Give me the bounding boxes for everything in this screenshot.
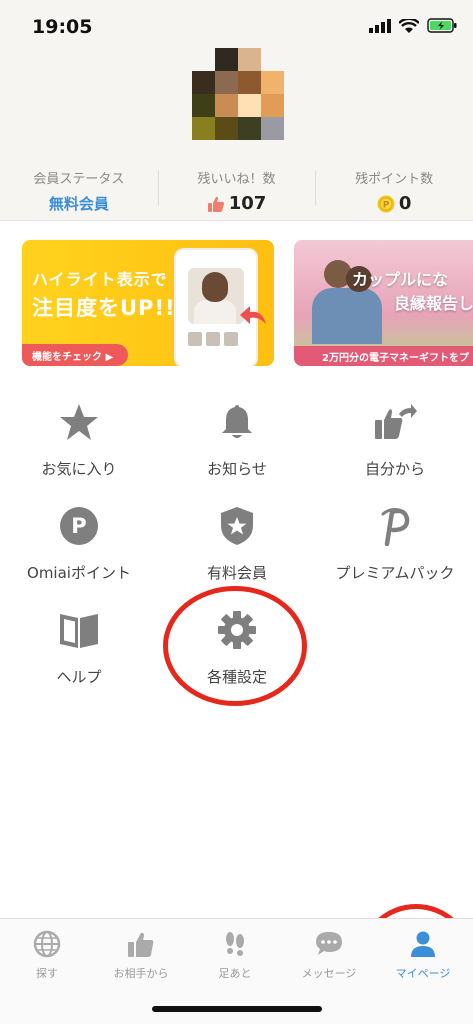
tab-messages[interactable]: メッセージ	[282, 929, 376, 981]
person-icon	[408, 929, 438, 959]
thumbs-up-share-icon	[373, 400, 417, 444]
status-time: 19:05	[32, 16, 93, 38]
svg-text:P: P	[383, 200, 390, 210]
globe-icon	[32, 929, 62, 959]
likes-count: 107	[228, 193, 267, 214]
menu-omiai-points[interactable]: P Omiaiポイント	[0, 504, 158, 583]
banner-carousel[interactable]: ハイライト表示で 注目度をUP!! 機能をチェック ▶ カップルにな 良縁報告し…	[22, 240, 473, 366]
menu-label: Omiaiポイント	[27, 564, 131, 582]
menu-label: 自分から	[364, 460, 425, 478]
tab-label: メッセージ	[301, 967, 357, 980]
couple-report-banner[interactable]: カップルにな 良縁報告し 2万円分の電子マネーギフトをプ	[294, 240, 473, 366]
divider	[0, 220, 473, 221]
thumbs-up-icon	[207, 196, 224, 212]
tab-label: お相手から	[113, 967, 169, 980]
footprints-icon	[220, 929, 250, 959]
menu-paid-member[interactable]: 有料会員	[158, 504, 316, 583]
banner-headline: 注目度をUP!!	[32, 296, 176, 320]
home-indicator[interactable]	[152, 1006, 322, 1012]
membership-value: 無料会員	[48, 195, 109, 213]
signal-icon	[369, 18, 391, 33]
tab-label: 足あと	[218, 967, 252, 980]
chat-icon	[314, 929, 344, 959]
svg-text:P: P	[71, 514, 86, 538]
menu-notifications[interactable]: お知らせ	[158, 400, 316, 479]
tab-footprints[interactable]: 足あと	[188, 929, 282, 981]
banner-title: ハイライト表示で	[32, 270, 168, 289]
battery-icon	[427, 18, 457, 33]
stat-label: 残ポイント数	[355, 172, 434, 187]
menu-label: 有料会員	[206, 564, 267, 582]
banner-title: カップルにな	[352, 270, 449, 289]
menu-favorites[interactable]: お気に入り	[0, 400, 158, 479]
menu-premium-pack[interactable]: プレミアムパック	[316, 504, 473, 583]
menu-from-me[interactable]: 自分から	[316, 400, 473, 479]
menu-label: ヘルプ	[56, 668, 102, 686]
menu-label: お知らせ	[207, 460, 267, 478]
coin-icon: P	[377, 195, 395, 212]
stats-row: 会員ステータス 無料会員 残いいね！数 107 残ポイント数 P 0	[0, 162, 473, 220]
banner-headline: 良縁報告し	[394, 294, 473, 313]
membership-status[interactable]: 会員ステータス 無料会員	[0, 162, 158, 220]
star-icon	[57, 400, 101, 444]
points-count: 0	[398, 193, 412, 214]
likes-value-row: 107	[158, 193, 316, 214]
tab-label: 探す	[36, 967, 58, 980]
remaining-points[interactable]: 残ポイント数 P 0	[315, 162, 473, 220]
book-icon	[57, 608, 101, 652]
menu-label: お気に入り	[41, 460, 117, 478]
shield-star-icon	[215, 504, 259, 548]
menu-label: プレミアムパック	[335, 564, 455, 582]
tab-mypage[interactable]: マイページ	[376, 929, 470, 981]
highlight-circle-settings	[163, 586, 307, 706]
wifi-icon	[399, 18, 419, 33]
highlight-banner[interactable]: ハイライト表示で 注目度をUP!! 機能をチェック ▶	[22, 240, 274, 366]
stat-label: 会員ステータス	[33, 172, 125, 187]
tab-from-partner[interactable]: お相手から	[94, 929, 188, 981]
bell-icon	[215, 400, 259, 444]
avatar[interactable]	[192, 48, 284, 140]
status-bar: 19:05	[0, 0, 473, 50]
stat-label: 残いいね！数	[197, 172, 276, 187]
menu-help[interactable]: ヘルプ	[0, 608, 158, 687]
tab-label: マイページ	[395, 967, 451, 980]
point-icon: P	[57, 504, 101, 548]
check-feature-button[interactable]: 機能をチェック ▶	[22, 344, 128, 366]
remaining-likes[interactable]: 残いいね！数 107	[157, 162, 316, 220]
thumbs-up-icon	[126, 929, 156, 959]
profile-area: 会員ステータス 無料会員 残いいね！数 107 残ポイント数 P 0	[0, 48, 473, 220]
status-icons	[369, 18, 457, 33]
premium-p-icon	[373, 504, 417, 548]
arrow-icon	[240, 306, 266, 324]
tab-search[interactable]: 探す	[0, 929, 94, 981]
banner-caption: 2万円分の電子マネーギフトをプ	[294, 346, 473, 366]
points-value-row: P 0	[315, 193, 473, 214]
